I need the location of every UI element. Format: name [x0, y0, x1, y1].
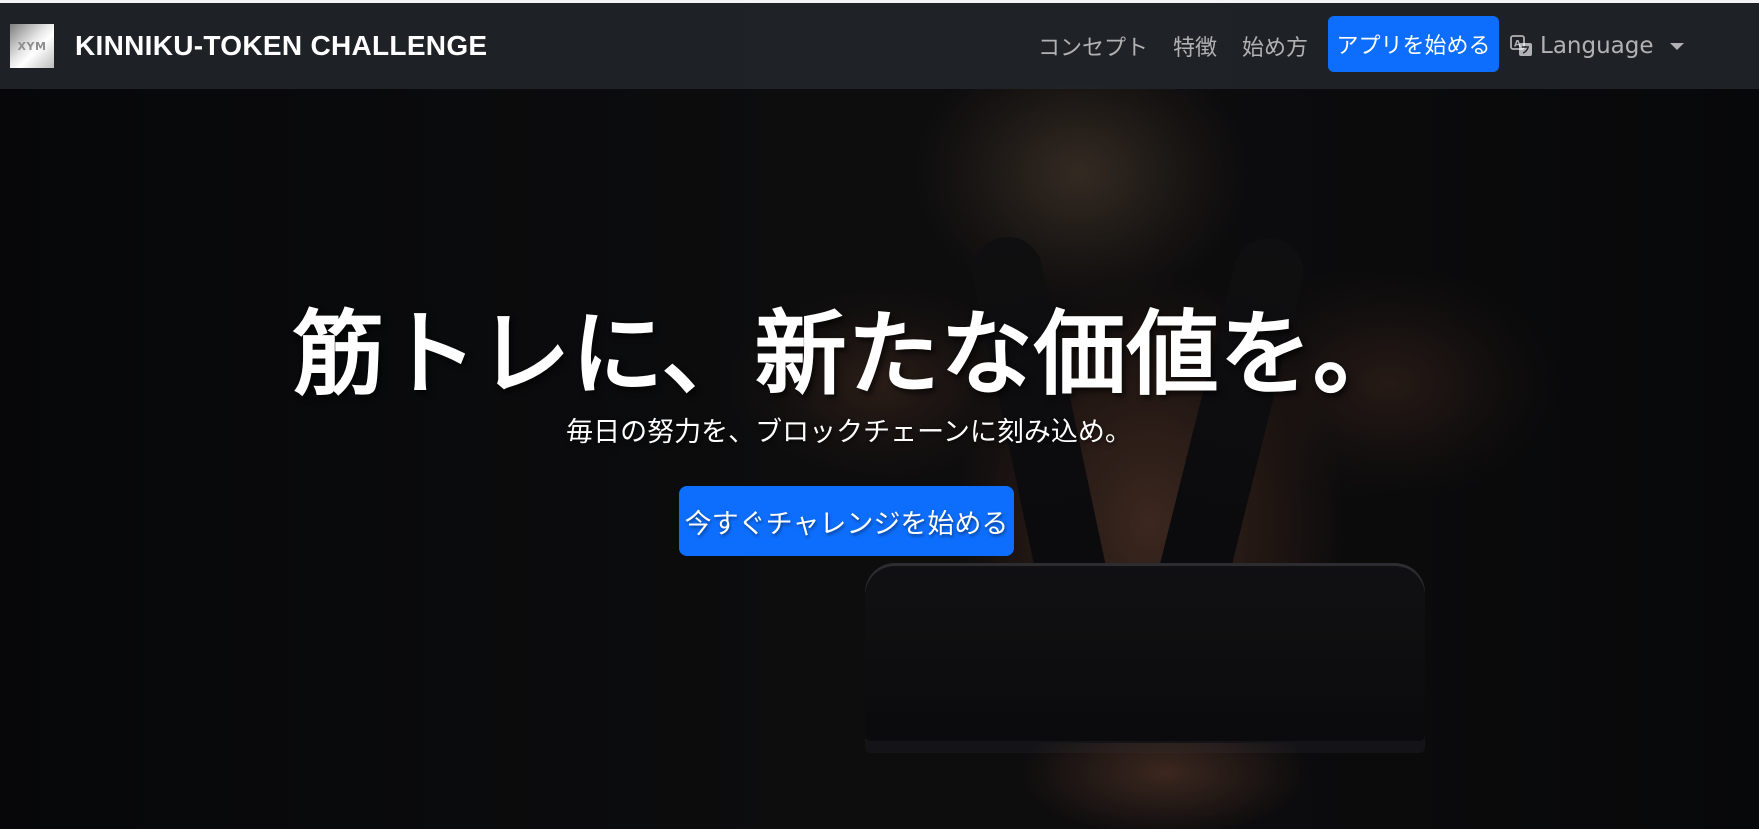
nav-link-concept[interactable]: コンセプト	[1038, 30, 1148, 62]
hero-title: 筋トレに、新たな価値を。	[292, 301, 1406, 408]
caret-down-icon	[1669, 42, 1684, 50]
translate-icon: A	[1510, 35, 1532, 56]
hero-subtitle: 毎日の努力を、ブロックチェーンに刻み込め。	[566, 417, 1132, 448]
brand-logo: XYM	[10, 24, 54, 68]
nav-link-getting-started[interactable]: 始め方	[1242, 30, 1308, 62]
start-app-button[interactable]: アプリを始める	[1328, 16, 1499, 72]
nav-link-features[interactable]: 特徴	[1173, 30, 1217, 62]
language-dropdown[interactable]: A Language	[1510, 3, 1684, 89]
page: XYM KINNIKU-TOKEN CHALLENGE コンセプト 特徴 始め方…	[0, 0, 1759, 829]
start-challenge-button[interactable]: 今すぐチャレンジを始める	[679, 486, 1014, 556]
language-label: Language	[1540, 33, 1654, 59]
brand-logo-text: XYM	[17, 39, 47, 53]
brand-title: KINNIKU-TOKEN CHALLENGE	[75, 30, 488, 61]
brand-link[interactable]: XYM KINNIKU-TOKEN CHALLENGE	[10, 24, 487, 68]
nav-links: コンセプト 特徴 始め方	[1038, 3, 1333, 89]
navbar: XYM KINNIKU-TOKEN CHALLENGE コンセプト 特徴 始め方…	[0, 3, 1759, 89]
